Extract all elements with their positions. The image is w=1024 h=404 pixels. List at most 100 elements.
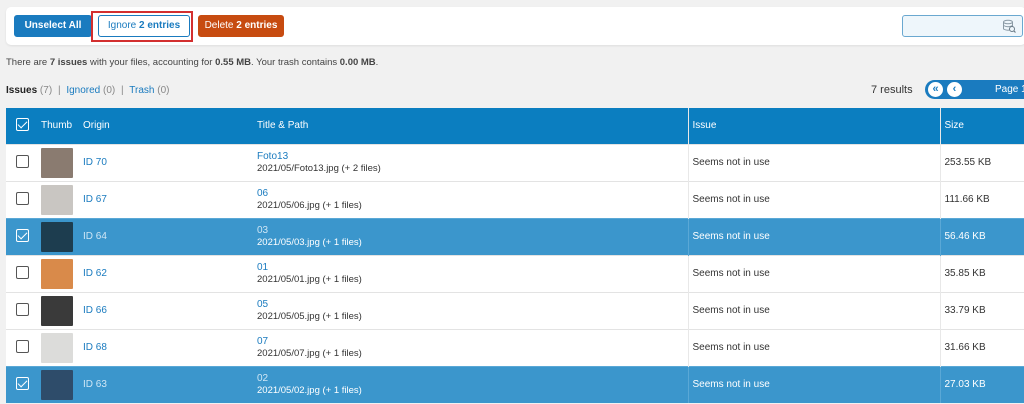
title-cell: 01 2021/05/01.jpg (+ 1 files) <box>253 254 689 292</box>
row-checkbox-cell <box>6 254 39 292</box>
row-checkbox[interactable] <box>16 228 29 242</box>
issue-text: Seems not in use <box>692 231 770 242</box>
unselect-all-button[interactable]: Unselect All <box>14 15 92 37</box>
title-link[interactable]: Foto13 <box>257 151 688 163</box>
header-thumb: Thumb <box>41 120 73 132</box>
origin-link[interactable]: ID 67 <box>83 194 107 205</box>
file-size: 31.66 KB <box>944 342 986 353</box>
delete-count: 2 entries <box>236 20 278 31</box>
row-checkbox[interactable] <box>16 376 29 390</box>
row-checkbox-cell <box>6 217 39 255</box>
thumb-cell <box>39 254 79 292</box>
row-checkbox[interactable] <box>16 191 29 205</box>
ignore-entries-button[interactable]: Ignore 2 entries <box>98 15 190 37</box>
thumb-cell <box>39 291 79 329</box>
file-path: 2021/05/06.jpg (+ 1 files) <box>257 199 362 211</box>
header-issue: Issue <box>688 108 941 144</box>
title-link[interactable]: 02 <box>257 373 688 385</box>
table-row[interactable]: ID 67 06 2021/05/06.jpg (+ 1 files) Seems n… <box>6 180 1024 218</box>
origin-link[interactable]: ID 64 <box>83 231 107 242</box>
tab-issues-count: (7) <box>39 85 53 96</box>
filter-tabs: Issues (7) | Ignored (0) | Trash (0) <box>6 85 170 96</box>
file-size: 35.85 KB <box>944 268 986 279</box>
size-cell: 35.85 KB <box>940 254 1024 292</box>
tab-trash[interactable]: Trash <box>129 85 154 96</box>
origin-cell: ID 62 <box>79 254 253 292</box>
thumb-cell <box>39 365 79 403</box>
origin-link[interactable]: ID 62 <box>83 268 107 279</box>
first-page-icon[interactable]: « <box>928 82 943 97</box>
row-checkbox-cell <box>6 180 39 218</box>
thumbnail-image[interactable] <box>41 258 73 289</box>
origin-link[interactable]: ID 66 <box>83 305 107 316</box>
file-path: 2021/05/05.jpg (+ 1 files) <box>257 310 362 322</box>
thumb-cell <box>39 328 79 366</box>
file-path: 2021/05/01.jpg (+ 1 files) <box>257 273 362 285</box>
header-size[interactable]: Size <box>940 108 1024 144</box>
row-checkbox-cell <box>6 328 39 366</box>
table-row[interactable]: ID 63 02 2021/05/02.jpg (+ 1 files) Seems n… <box>6 365 1024 403</box>
table-header: Thumb Origin Title & Path Issue Size <box>6 108 1024 144</box>
origin-cell: ID 70 <box>79 143 253 181</box>
origin-link[interactable]: ID 70 <box>83 157 107 168</box>
issue-text: Seems not in use <box>692 157 770 168</box>
prev-page-icon[interactable]: ‹ <box>947 82 962 97</box>
origin-cell: ID 67 <box>79 180 253 218</box>
file-path: 2021/05/02.jpg (+ 1 files) <box>257 384 362 396</box>
database-search-icon[interactable] <box>1002 19 1016 33</box>
table-row[interactable]: ID 66 05 2021/05/05.jpg (+ 1 files) Seems n… <box>6 291 1024 329</box>
thumbnail-image[interactable] <box>41 184 73 215</box>
file-size: 253.55 KB <box>944 157 992 168</box>
issue-cell: Seems not in use <box>688 365 941 403</box>
thumbnail-image[interactable] <box>41 147 73 178</box>
delete-entries-button[interactable]: Delete 2 entries <box>198 15 284 37</box>
thumbnail-image[interactable] <box>41 332 73 363</box>
table-row[interactable]: ID 64 03 2021/05/03.jpg (+ 1 files) Seems n… <box>6 217 1024 255</box>
row-checkbox-cell <box>6 365 39 403</box>
title-link[interactable]: 07 <box>257 336 688 348</box>
thumb-cell <box>39 143 79 181</box>
table-row[interactable]: ID 68 07 2021/05/07.jpg (+ 1 files) Seems n… <box>6 328 1024 366</box>
file-size: 111.66 KB <box>944 194 990 205</box>
thumbnail-image[interactable] <box>41 221 73 252</box>
summary-text: There are 7 issues with your files, acco… <box>6 57 379 68</box>
select-all-checkbox[interactable] <box>16 117 29 131</box>
size-cell: 31.66 KB <box>940 328 1024 366</box>
size-cell: 56.46 KB <box>940 217 1024 255</box>
title-link[interactable]: 06 <box>257 188 688 200</box>
search-box <box>902 15 1023 37</box>
results-count: 7 results <box>871 84 913 96</box>
row-checkbox-cell <box>6 291 39 329</box>
title-link[interactable]: 05 <box>257 299 688 311</box>
tab-issues[interactable]: Issues <box>6 85 37 96</box>
origin-cell: ID 64 <box>79 217 253 255</box>
search-input[interactable] <box>903 16 998 36</box>
size-cell: 253.55 KB <box>940 143 1024 181</box>
table-row[interactable]: ID 70 Foto13 2021/05/Foto13.jpg (+ 2 files… <box>6 143 1024 181</box>
file-path: 2021/05/07.jpg (+ 1 files) <box>257 347 362 359</box>
origin-cell: ID 63 <box>79 365 253 403</box>
table-row[interactable]: ID 62 01 2021/05/01.jpg (+ 1 files) Seems n… <box>6 254 1024 292</box>
select-all-cell <box>6 108 39 144</box>
row-checkbox[interactable] <box>16 339 29 353</box>
pagination: « ‹ Page 1 <box>925 80 1024 99</box>
issue-cell: Seems not in use <box>688 328 941 366</box>
title-link[interactable]: 01 <box>257 262 688 274</box>
row-checkbox[interactable] <box>16 265 29 279</box>
issue-text: Seems not in use <box>692 342 770 353</box>
title-link[interactable]: 03 <box>257 225 688 237</box>
row-checkbox[interactable] <box>16 302 29 316</box>
issue-cell: Seems not in use <box>688 291 941 329</box>
origin-link[interactable]: ID 63 <box>83 379 107 390</box>
row-checkbox[interactable] <box>16 154 29 168</box>
issue-text: Seems not in use <box>692 268 770 279</box>
file-size: 33.79 KB <box>944 305 986 316</box>
origin-link[interactable]: ID 68 <box>83 342 107 353</box>
thumbnail-image[interactable] <box>41 295 73 326</box>
tab-ignored[interactable]: Ignored <box>66 85 100 96</box>
issue-text: Seems not in use <box>692 194 770 205</box>
ignore-label: Ignore <box>107 20 137 31</box>
title-cell: 03 2021/05/03.jpg (+ 1 files) <box>253 217 689 255</box>
thumbnail-image[interactable] <box>41 369 73 400</box>
issues-table: Thumb Origin Title & Path Issue Size ID … <box>6 108 1024 403</box>
